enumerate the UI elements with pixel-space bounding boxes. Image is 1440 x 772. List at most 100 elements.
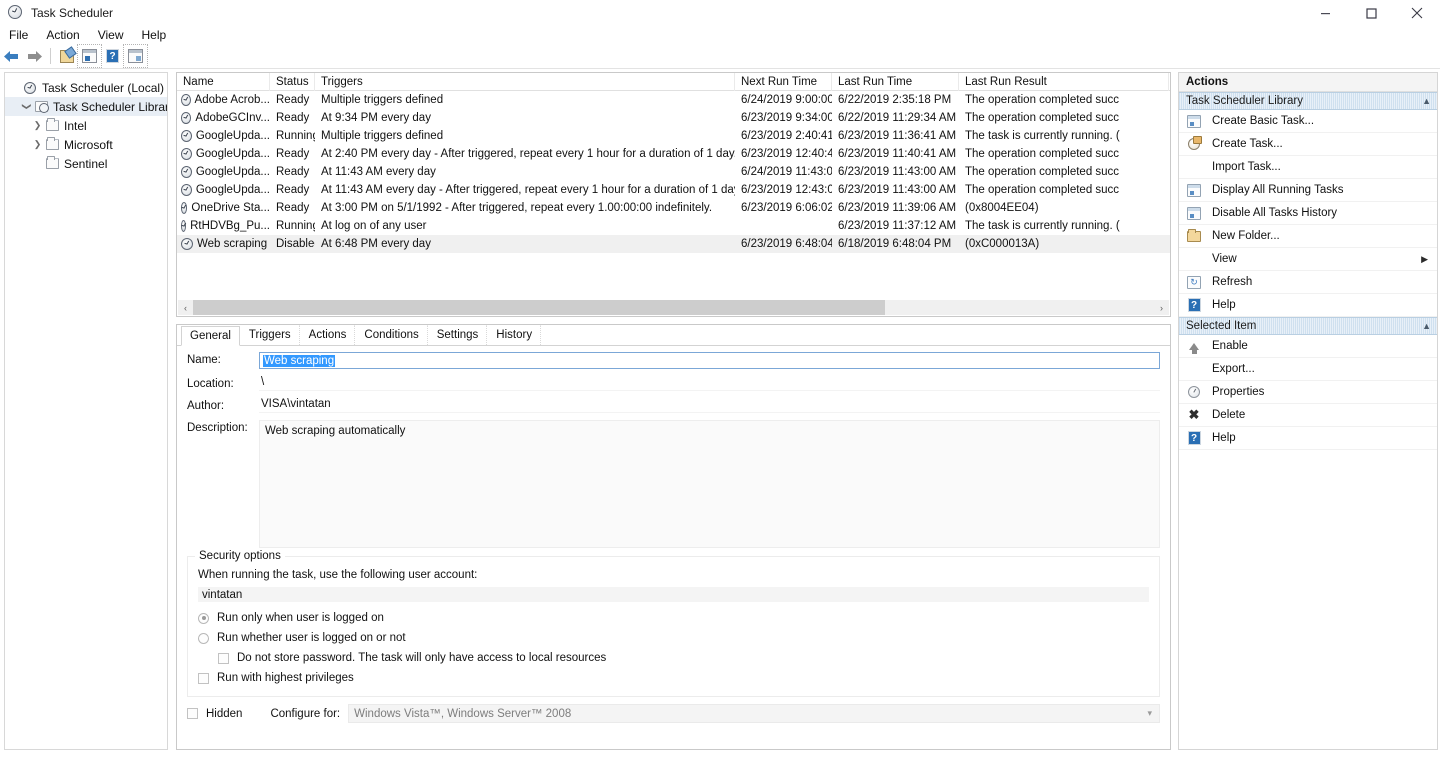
- tab-actions[interactable]: Actions: [300, 325, 356, 345]
- name-input-value: Web scraping: [263, 354, 336, 367]
- maximize-button[interactable]: [1348, 0, 1394, 26]
- radio-run-only-logged-on[interactable]: Run only when user is logged on: [198, 608, 1149, 628]
- radio-logged-on-icon[interactable]: [198, 612, 209, 624]
- action-item-label: Export...: [1212, 363, 1255, 375]
- minimize-button[interactable]: [1302, 0, 1348, 26]
- action-item-help[interactable]: ? Help: [1179, 427, 1437, 450]
- no-password-checkbox-icon[interactable]: [218, 652, 229, 664]
- back-button[interactable]: [0, 45, 23, 67]
- menu-action[interactable]: Action: [37, 27, 88, 44]
- column-header-next-run-time[interactable]: Next Run Time: [735, 73, 832, 91]
- action-item-new-folder[interactable]: New Folder...: [1179, 225, 1437, 248]
- cell-next-run-time: 6/23/2019 6:48:04 PM: [741, 238, 832, 250]
- author-label: Author:: [187, 400, 225, 412]
- hidden-checkbox-icon[interactable]: [187, 708, 198, 719]
- help-button[interactable]: ?: [101, 45, 124, 67]
- column-header-triggers[interactable]: Triggers: [315, 73, 735, 91]
- menu-help[interactable]: Help: [133, 27, 176, 44]
- table-row[interactable]: GoogleUpda... Running Multiple triggers de…: [177, 127, 1170, 145]
- action-item-refresh[interactable]: ↻ Refresh: [1179, 271, 1437, 294]
- folder-icon: [44, 156, 60, 169]
- table-row[interactable]: Adobe Acrob... Ready Multiple triggers def…: [177, 91, 1170, 109]
- table-row[interactable]: OneDrive Sta... Ready At 3:00 PM on 5/1/19…: [177, 199, 1170, 217]
- action-item-create-basic-task[interactable]: Create Basic Task...: [1179, 110, 1437, 133]
- table-row[interactable]: GoogleUpda... Ready At 11:43 AM every day 6…: [177, 163, 1170, 181]
- task-list-header: Name Status Triggers Next Run Time Last Run …: [177, 73, 1170, 91]
- tree-item-task-scheduler-library[interactable]: ❯ Task Scheduler Library: [5, 97, 167, 116]
- action-item-enable[interactable]: Enable: [1179, 335, 1437, 358]
- hscroll-right-arrow[interactable]: ›: [1154, 300, 1169, 315]
- cell-last-run-result: The operation completed succ: [965, 166, 1120, 178]
- column-header-status[interactable]: Status: [270, 73, 315, 91]
- tree-item-task-scheduler-local[interactable]: ❯Task Scheduler (Local): [5, 78, 167, 97]
- column-header-last-run-time[interactable]: Last Run Time: [832, 73, 959, 91]
- tree-item-microsoft[interactable]: ❯ Microsoft: [5, 135, 167, 154]
- cell-status: Ready: [276, 112, 310, 124]
- menu-view[interactable]: View: [89, 27, 133, 44]
- task-list-hscrollbar[interactable]: ‹ ›: [178, 300, 1169, 315]
- action-item-disable-all-tasks-history[interactable]: Disable All Tasks History: [1179, 202, 1437, 225]
- close-button[interactable]: [1394, 0, 1440, 26]
- checkbox-run-highest-privileges[interactable]: Run with highest privileges: [198, 668, 1149, 688]
- tab-conditions[interactable]: Conditions: [355, 325, 428, 345]
- cell-last-run-time: 6/22/2019 2:35:18 PM: [838, 94, 952, 106]
- action-item-import-task[interactable]: Import Task...: [1179, 156, 1437, 179]
- action-item-label: Properties: [1212, 386, 1265, 398]
- action-item-help[interactable]: ? Help: [1179, 294, 1437, 317]
- highest-privileges-checkbox-icon[interactable]: [198, 672, 209, 684]
- tab-settings[interactable]: Settings: [428, 325, 488, 345]
- tree-item-sentinel[interactable]: ❯Sentinel: [5, 154, 167, 173]
- column-header-last-run-result[interactable]: Last Run Result: [959, 73, 1169, 91]
- forward-button[interactable]: [23, 45, 46, 67]
- tab-general[interactable]: General: [181, 326, 240, 346]
- table-row[interactable]: GoogleUpda... Ready At 11:43 AM every day …: [177, 181, 1170, 199]
- description-row: Description: Web scraping automatically: [187, 420, 1160, 548]
- table-row[interactable]: Web scraping Disabled At 6:48 PM every day…: [177, 235, 1170, 253]
- tab-history[interactable]: History: [487, 325, 542, 345]
- chevron-down-icon[interactable]: ❯: [20, 100, 33, 113]
- chevron-right-icon: ▶: [1421, 253, 1428, 264]
- name-input[interactable]: Web scraping: [259, 352, 1160, 369]
- hscroll-track[interactable]: [193, 300, 1154, 315]
- tab-triggers[interactable]: Triggers: [240, 325, 300, 345]
- up-one-level-button[interactable]: [55, 45, 78, 67]
- show-hide-console-tree-button[interactable]: [77, 44, 102, 68]
- task-clock-icon: [181, 130, 192, 142]
- cell-status: Ready: [276, 202, 310, 214]
- action-item-properties[interactable]: Properties: [1179, 381, 1437, 404]
- chevron-up-icon[interactable]: ▲: [1422, 96, 1431, 106]
- configure-for-select[interactable]: Windows Vista™, Windows Server™ 2008 ▾: [348, 704, 1160, 723]
- cell-name: GoogleUpda...: [177, 184, 270, 196]
- chevron-right-icon[interactable]: ❯: [31, 119, 44, 132]
- show-hide-action-pane-button[interactable]: [123, 44, 148, 68]
- radio-run-whether-logged-on[interactable]: Run whether user is logged on or not: [198, 628, 1149, 648]
- chevron-right-icon[interactable]: ❯: [31, 138, 44, 151]
- tree-item-intel[interactable]: ❯ Intel: [5, 116, 167, 135]
- action-item-label: Enable: [1212, 340, 1248, 352]
- table-row[interactable]: GoogleUpda... Ready At 2:40 PM every day -…: [177, 145, 1170, 163]
- action-item-create-task[interactable]: Create Task...: [1179, 133, 1437, 156]
- column-header-name[interactable]: Name: [177, 73, 270, 91]
- description-textarea[interactable]: Web scraping automatically: [259, 420, 1160, 548]
- window-controls: [1302, 0, 1440, 26]
- cell-last-run-time: 6/23/2019 11:43:00 AM: [838, 166, 957, 178]
- hscroll-left-arrow[interactable]: ‹: [178, 300, 193, 315]
- hscroll-thumb[interactable]: [193, 300, 885, 315]
- create-basic-task-icon: [1186, 114, 1202, 128]
- chevron-up-icon[interactable]: ▲: [1422, 321, 1431, 331]
- action-item-delete[interactable]: ✖ Delete: [1179, 404, 1437, 427]
- checkbox-do-not-store-password[interactable]: Do not store password. The task will onl…: [218, 648, 1149, 668]
- menu-file[interactable]: File: [0, 27, 37, 44]
- table-row[interactable]: AdobeGCInv... Ready At 9:34 PM every day 6/…: [177, 109, 1170, 127]
- cell-next-run-time: 6/23/2019 6:06:02 PM: [741, 202, 832, 214]
- cell-name: GoogleUpda...: [177, 148, 270, 160]
- action-item-export[interactable]: Export...: [1179, 358, 1437, 381]
- action-item-view[interactable]: View ▶: [1179, 248, 1437, 271]
- table-row[interactable]: RtHDVBg_Pu... Running At log on of any use…: [177, 217, 1170, 235]
- author-value: VISA\vintatan: [259, 398, 1160, 413]
- radio-whether-icon[interactable]: [198, 632, 209, 644]
- actions-group-header-task-scheduler-library[interactable]: Task Scheduler Library ▲: [1179, 92, 1437, 110]
- cell-status: Ready: [276, 94, 310, 106]
- actions-group-header-selected-item[interactable]: Selected Item ▲: [1179, 317, 1437, 335]
- action-item-display-all-running-tasks[interactable]: Display All Running Tasks: [1179, 179, 1437, 202]
